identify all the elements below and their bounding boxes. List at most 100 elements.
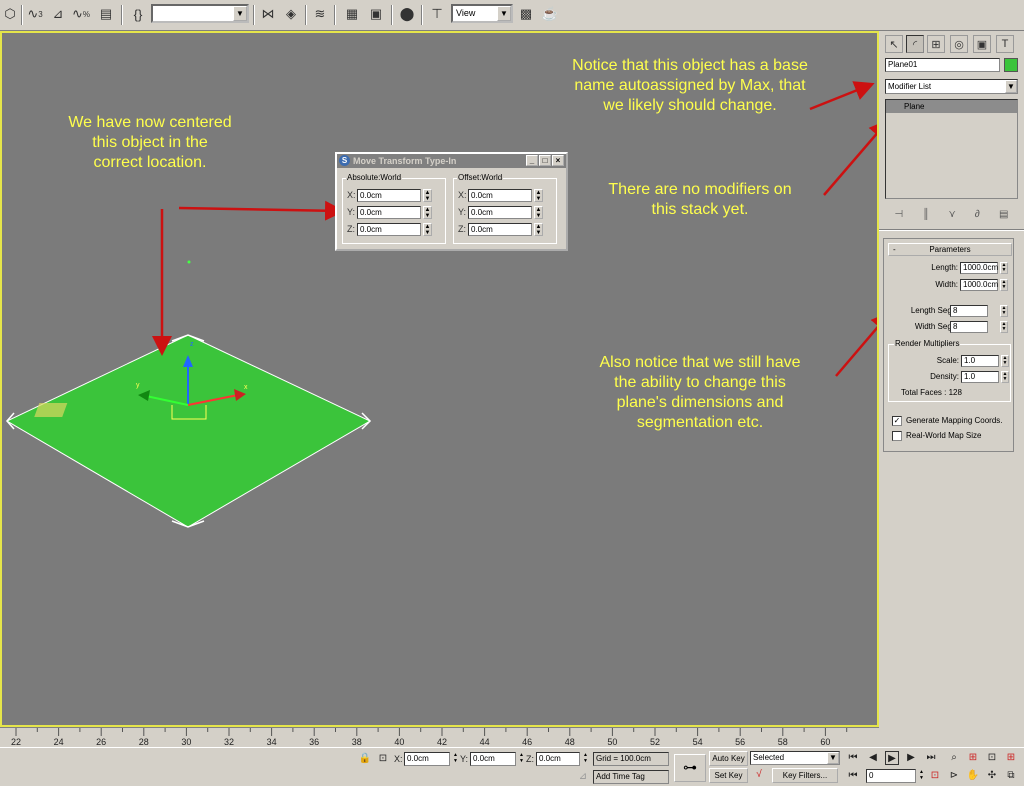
key-tangent-icon[interactable]: √	[752, 768, 766, 782]
chevron-down-icon[interactable]: ▼	[827, 752, 839, 764]
absolute-mode-icon[interactable]: ⊡	[376, 752, 390, 766]
absolute-x-field[interactable]: 0.0cm	[357, 189, 421, 202]
spinner-icon[interactable]: ▲ ▼	[534, 223, 543, 236]
motion-tab-icon[interactable]: ◎	[950, 35, 968, 53]
spinner-icon[interactable]: ▲ ▼	[1000, 262, 1008, 274]
close-icon[interactable]: ×	[552, 155, 564, 166]
scale-field[interactable]: 1.0	[961, 355, 999, 367]
configure-modifier-sets-icon[interactable]: ▤	[999, 209, 1008, 220]
play-icon[interactable]: ▶	[885, 751, 899, 765]
density-field[interactable]: 1.0	[961, 371, 999, 383]
parameters-rollout-header[interactable]: - Parameters	[888, 243, 1012, 256]
width-field[interactable]: 1000.0cm	[960, 279, 998, 291]
next-frame-icon[interactable]: ▶	[904, 751, 918, 765]
spinner-icon[interactable]: ▲ ▼	[1001, 355, 1009, 367]
select-icon[interactable]: ⬡	[0, 4, 20, 24]
offset-y-field[interactable]: 0.0cm	[468, 206, 532, 219]
offset-z-field[interactable]: 0.0cm	[468, 223, 532, 236]
absolute-z-field[interactable]: 0.0cm	[357, 223, 421, 236]
stack-item-plane[interactable]: Plane	[886, 100, 1017, 113]
spinner-icon[interactable]: ▲ ▼	[518, 752, 525, 766]
modifier-stack[interactable]: Plane	[885, 99, 1018, 199]
selected-dropdown[interactable]: Selected ▼	[750, 751, 840, 765]
spinner-icon[interactable]: ▲ ▼	[1000, 305, 1008, 317]
length-field[interactable]: 1000.0cm	[960, 262, 998, 274]
set-key-mode-icon[interactable]: ⊶	[674, 754, 706, 782]
go-to-end-icon[interactable]: ⏭	[924, 751, 938, 765]
generate-mapping-checkbox[interactable]: ✓ Generate Mapping Coords.	[892, 416, 1003, 427]
spinner-icon[interactable]: ▲ ▼	[918, 769, 925, 783]
z-coord-field[interactable]: 0.0cm	[536, 752, 580, 766]
spinner-icon[interactable]: ▲ ▼	[534, 206, 543, 219]
utilities-tab-icon[interactable]: T	[996, 35, 1014, 53]
minimize-icon[interactable]: _	[526, 155, 538, 166]
edit-named-selection-icon[interactable]: {}	[128, 4, 148, 24]
quick-render-icon[interactable]: ☕	[540, 4, 560, 24]
offset-x-field[interactable]: 0.0cm	[468, 189, 532, 202]
checkbox-checked-icon[interactable]: ✓	[892, 416, 902, 426]
reference-coordinate-dropdown[interactable]: View ▼	[451, 4, 513, 23]
make-unique-icon[interactable]: ⋎	[949, 209, 956, 220]
perspective-viewport[interactable]: z x y We have now centered this object i…	[0, 31, 879, 727]
current-frame-field[interactable]: 0	[866, 769, 916, 783]
display-tab-icon[interactable]: ▣	[973, 35, 991, 53]
key-mode-toggle-icon[interactable]: ⏮	[846, 769, 860, 783]
spinner-icon[interactable]: ▲ ▼	[423, 189, 432, 202]
named-selection-dropdown[interactable]: ▼	[151, 4, 249, 23]
hierarchy-tab-icon[interactable]: ⊞	[927, 35, 945, 53]
zoom-extents-all-icon[interactable]: ⊞	[1004, 751, 1018, 765]
maximize-icon[interactable]: □	[539, 155, 551, 166]
render-setup-icon[interactable]: ⊤	[427, 4, 447, 24]
lock-selection-icon[interactable]: 🔒	[358, 752, 372, 766]
curve-editor-icon[interactable]: ▦	[342, 4, 362, 24]
create-tab-icon[interactable]: ↖	[885, 35, 903, 53]
remove-modifier-icon[interactable]: ∂	[975, 209, 980, 220]
maximize-viewport-icon[interactable]: ⧉	[1004, 769, 1018, 783]
chevron-down-icon[interactable]: ▼	[233, 6, 247, 21]
set-key-button[interactable]: Set Key	[709, 768, 748, 783]
arc-rotate-icon[interactable]: ✣	[985, 769, 999, 783]
chevron-down-icon[interactable]: ▼	[497, 6, 511, 21]
y-coord-field[interactable]: 0.0cm	[470, 752, 516, 766]
layer-manager-icon[interactable]: ≋	[310, 4, 330, 24]
key-filters-button[interactable]: Key Filters...	[772, 768, 838, 783]
go-to-start-icon[interactable]: ⏮	[846, 751, 860, 765]
spinner-icon[interactable]: ▲ ▼	[582, 752, 589, 766]
show-end-result-icon[interactable]: ║	[922, 209, 929, 220]
modifier-list-dropdown[interactable]: Modifier List ▼	[885, 79, 1018, 94]
zoom-icon[interactable]: ⌕	[947, 751, 961, 765]
render-frame-icon[interactable]: ▩	[516, 4, 536, 24]
spinner-icon[interactable]: ▲ ▼	[1001, 371, 1009, 383]
zoom-all-icon[interactable]: ⊞	[966, 751, 980, 765]
spinner-icon[interactable]: ▲ ▼	[1000, 321, 1008, 333]
real-world-map-checkbox[interactable]: Real-World Map Size	[892, 431, 981, 442]
pin-stack-icon[interactable]: ⊣	[895, 209, 904, 220]
absolute-y-field[interactable]: 0.0cm	[357, 206, 421, 219]
object-color-swatch[interactable]	[1004, 58, 1018, 72]
width-segs-field[interactable]: 8	[950, 321, 988, 333]
spinner-icon[interactable]: ▲ ▼	[534, 189, 543, 202]
material-editor-icon[interactable]: ⬤	[397, 4, 417, 24]
schematic-view-icon[interactable]: ▣	[366, 4, 386, 24]
spinner-icon[interactable]: ▲ ▼	[1000, 279, 1008, 291]
time-configuration-icon[interactable]: ⊡	[928, 769, 942, 783]
field-of-view-icon[interactable]: ⊳	[947, 769, 961, 783]
dialog-titlebar[interactable]: S Move Transform Type-In _ □ ×	[337, 154, 566, 168]
mirror-icon[interactable]: ⋈	[258, 4, 278, 24]
chevron-down-icon[interactable]: ▼	[1005, 80, 1017, 93]
spinner-icon[interactable]: ▲ ▼	[423, 223, 432, 236]
angle-snap-icon[interactable]: ⊿	[48, 4, 68, 24]
spinner-icon[interactable]: ▲ ▼	[423, 206, 432, 219]
modify-tab-icon[interactable]: ◜	[906, 35, 924, 53]
spinner-icon[interactable]: ▲ ▼	[452, 752, 459, 766]
x-coord-field[interactable]: 0.0cm	[404, 752, 450, 766]
previous-frame-icon[interactable]: ◀	[866, 751, 880, 765]
checkbox-unchecked-icon[interactable]	[892, 431, 902, 441]
timeline-ruler[interactable]: 22 24 26 28 30 32 34 36 38 40 42 44 46 48 50 52 54 56 58 60	[0, 727, 879, 747]
percent-snap-icon[interactable]: ∿%	[71, 4, 91, 24]
pan-view-icon[interactable]: ✋	[966, 769, 980, 783]
length-segs-field[interactable]: 8	[950, 305, 988, 317]
align-icon[interactable]: ◈	[281, 4, 301, 24]
spinner-snap-icon[interactable]: ▤	[96, 4, 116, 24]
add-time-tag-button[interactable]: Add Time Tag	[593, 770, 669, 784]
